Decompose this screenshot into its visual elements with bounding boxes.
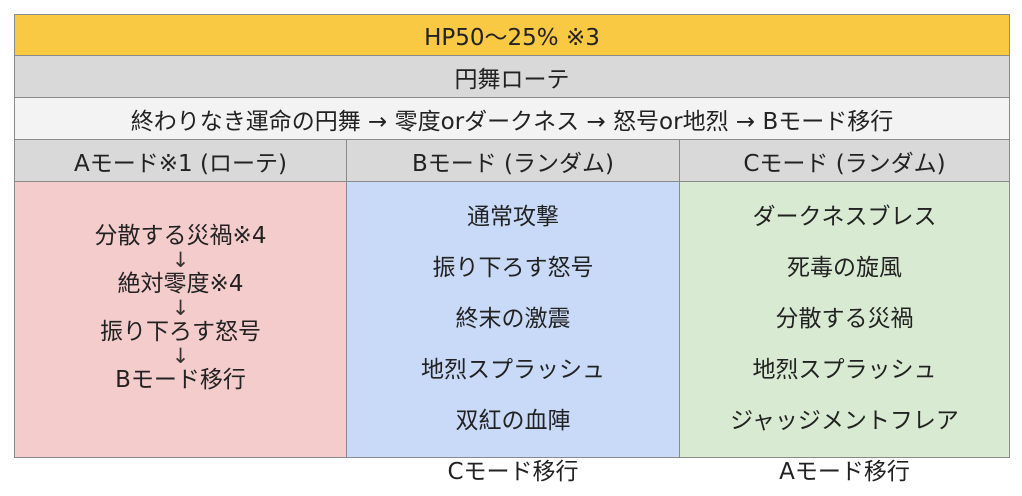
list-item: 通常攻撃 [467,203,559,230]
mode-a-step: 分散する災禍※4 [94,223,267,249]
down-arrow-icon: ↓ [171,248,190,272]
list-item: 死毒の旋風 [787,254,902,281]
list-item: Aモード移行 [779,458,910,485]
rotation-table: HP50〜25% ※3 円舞ローテ 終わりなき運命の円舞 → 零度orダークネス… [14,14,1010,485]
mode-c-list: ダークネスブレス 死毒の旋風 分散する災禍 地烈スプラッシュ ジャッジメントフレ… [680,188,1009,494]
mode-b-list: 通常攻撃 振り下ろす怒号 終末の激震 地烈スプラッシュ 双紅の血陣 Cモード移行 [347,188,679,494]
sequence-text: 終わりなき運命の円舞 → 零度orダークネス → 怒号or地烈 → Bモード移行 [130,108,894,135]
list-item: 分散する災禍 [775,305,914,332]
down-arrow-icon: ↓ [171,296,190,320]
list-item: ジャッジメントフレア [730,407,959,434]
column-header-mode-a: Aモード※1 (ローテ) [15,140,347,181]
list-item: 双紅の血陣 [455,407,571,434]
mode-a-step: Bモード移行 [115,367,246,393]
mode-b-cell: 通常攻撃 振り下ろす怒号 終末の激震 地烈スプラッシュ 双紅の血陣 Cモード移行 [347,182,680,485]
list-item: 地烈スプラッシュ [421,356,605,383]
hp-range-row: HP50〜25% ※3 [14,14,1010,56]
list-item: Cモード移行 [447,458,579,485]
column-header-mode-c: Cモード (ランダム) [743,150,946,177]
mode-body-row: 分散する災禍※4 ↓ 絶対零度※4 ↓ 振り下ろす怒号 ↓ Bモード移行 通常攻… [14,182,1010,485]
mode-c-cell: ダークネスブレス 死毒の旋風 分散する災禍 地烈スプラッシュ ジャッジメントフレ… [680,182,1009,485]
rotation-title: 円舞ローテ [454,66,570,93]
sequence-row: 終わりなき運命の円舞 → 零度orダークネス → 怒号or地烈 → Bモード移行 [14,98,1010,140]
column-header-mode-b: Bモード (ランダム) [347,140,680,181]
mode-a-flow: 分散する災禍※4 ↓ 絶対零度※4 ↓ 振り下ろす怒号 ↓ Bモード移行 [15,222,346,394]
list-item: ダークネスブレス [752,203,937,230]
down-arrow-icon: ↓ [171,344,190,368]
list-item: 振り下ろす怒号 [432,254,594,281]
mode-a-step: 振り下ろす怒号 [100,319,261,345]
mode-a-cell: 分散する災禍※4 ↓ 絶対零度※4 ↓ 振り下ろす怒号 ↓ Bモード移行 [15,182,347,457]
mode-a-step: 絶対零度※4 [117,271,244,297]
hp-range-label: HP50〜25% ※3 [424,25,600,51]
rotation-title-row: 円舞ローテ [14,56,1010,98]
list-item: 地烈スプラッシュ [752,356,937,383]
column-header-row: Aモード※1 (ローテ) Bモード (ランダム) Cモード (ランダム) [14,140,1010,182]
list-item: 終末の激震 [455,305,571,332]
